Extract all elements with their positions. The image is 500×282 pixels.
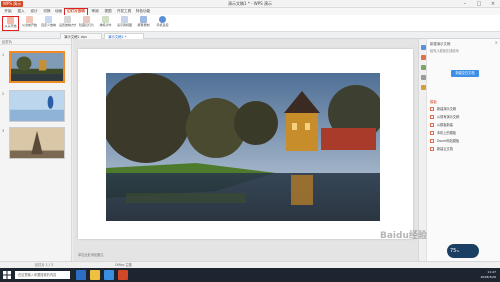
notes-placeholder[interactable]: 单击此处添加备注 xyxy=(78,252,104,257)
custom-show-icon xyxy=(45,16,52,23)
task-pane: 新建演示文稿 × 稻壳儿模板在线使用 新建空白文档 模板 新建演示文稿 从现有演… xyxy=(418,39,500,261)
doc-icon xyxy=(430,107,434,111)
os-taskbar: 在这里输入你要搜索的内容 11:47 2018/3/26 xyxy=(0,268,500,282)
doc-icon xyxy=(430,115,434,119)
presenter-icon xyxy=(121,16,128,23)
maximize-icon[interactable]: □ xyxy=(472,0,486,8)
layout-icon[interactable] xyxy=(420,75,426,80)
browser-icon[interactable] xyxy=(104,270,114,280)
slide-thumbnail-2[interactable] xyxy=(9,90,65,122)
property-icon[interactable] xyxy=(420,55,426,60)
task-item[interactable]: 从现有演示文稿 xyxy=(430,114,498,120)
performance-badge[interactable]: 75% xyxy=(447,244,479,258)
tab-view[interactable]: 视图 xyxy=(102,8,114,15)
tool-label: 自定义放映 xyxy=(40,23,56,27)
screen-record-button[interactable]: 屏幕录制 xyxy=(135,16,152,31)
tab-insert[interactable]: 插入 xyxy=(15,8,27,15)
close-pane-icon[interactable]: × xyxy=(495,40,498,45)
tab-developer[interactable]: 开发工具 xyxy=(115,8,133,15)
animation-icon[interactable] xyxy=(420,65,426,70)
ribbon-toolbar: 从头开始 从当前开始 自定义放映 设置放映方式 隐藏幻灯片 排练计时 演示者视图… xyxy=(0,15,500,32)
tab-review[interactable]: 审阅 xyxy=(89,8,101,15)
slide-editor-canvas: 单击此处添加备注 xyxy=(73,39,418,261)
close-icon[interactable]: × xyxy=(486,0,500,8)
tab-animation[interactable]: 动画 xyxy=(53,8,64,15)
play-current-icon xyxy=(26,16,33,23)
landscape-thumbnail-image xyxy=(11,53,63,81)
taskview-icon[interactable] xyxy=(76,270,86,280)
presenter-view-button[interactable]: 演示者视图 xyxy=(116,16,133,31)
task-item[interactable]: 新建演示文稿 xyxy=(430,106,498,112)
doc-icon xyxy=(430,147,434,151)
doc-icon xyxy=(430,123,434,127)
hide-slide-button[interactable]: 隐藏幻灯片 xyxy=(78,16,95,31)
tool-label: 演示者视图 xyxy=(116,23,132,27)
slide-number: 2 xyxy=(2,92,5,96)
wps-presentation-icon[interactable] xyxy=(118,270,128,280)
new-icon[interactable] xyxy=(420,45,426,50)
minimize-icon[interactable]: – xyxy=(458,0,472,8)
tab-features[interactable]: 特色功能 xyxy=(134,8,152,15)
setup-show-button[interactable]: 设置放映方式 xyxy=(59,16,76,31)
explorer-icon[interactable] xyxy=(90,270,100,280)
eiffel-thumbnail-image xyxy=(10,128,64,158)
remote-icon xyxy=(159,16,166,23)
timer-icon xyxy=(102,16,109,23)
rehearse-button[interactable]: 排练计时 xyxy=(97,16,114,31)
slide-number: 3 xyxy=(2,129,5,133)
tool-label: 从头开始 xyxy=(4,24,17,28)
watermark-logo: Baidu经验 xyxy=(380,231,427,241)
taskbar-search-input[interactable]: 在这里输入你要搜索的内容 xyxy=(15,271,70,279)
slide-number: 1 xyxy=(2,53,5,57)
from-beginning-button[interactable]: 从头开始 xyxy=(2,16,19,31)
dancer-thumbnail-image xyxy=(10,91,64,121)
tab-home[interactable]: 开始 xyxy=(2,8,14,15)
menu-bar: 开始 插入 设计 切换 动画 幻灯片放映 审阅 视图 开发工具 特色功能 xyxy=(0,8,500,15)
tool-label: 从当前开始 xyxy=(21,23,37,27)
title-bar: WPS 演示 演示文稿1 * - WPS 演示 – □ × xyxy=(0,0,500,8)
tab-transitions[interactable]: 切换 xyxy=(41,8,53,15)
status-bar: 幻灯片 1 / 3 Office 主题 xyxy=(0,261,500,268)
slide-page[interactable] xyxy=(78,49,413,239)
section-heading: 模板 xyxy=(430,100,437,104)
pane-header: 幻灯片 xyxy=(0,39,71,45)
task-pane-title: 新建演示文稿 xyxy=(430,42,451,46)
new-blank-button[interactable]: 新建空白文档 xyxy=(451,70,479,77)
task-item[interactable]: Docer网站模板 xyxy=(430,138,498,144)
doc-icon xyxy=(430,139,434,143)
task-item[interactable]: 本机上的模板 xyxy=(430,130,498,136)
play-icon xyxy=(7,17,14,24)
hide-slide-icon xyxy=(83,16,90,23)
custom-show-button[interactable]: 自定义放映 xyxy=(40,16,57,31)
tab-design[interactable]: 设计 xyxy=(28,8,40,15)
setup-icon xyxy=(64,16,71,23)
document-tabs: 演示文稿1.dps 演示文稿1 * xyxy=(0,32,500,39)
tool-label: 屏幕录制 xyxy=(137,23,150,27)
tab-slideshow[interactable]: 幻灯片放映 xyxy=(64,8,88,15)
from-current-button[interactable]: 从当前开始 xyxy=(21,16,38,31)
record-icon xyxy=(140,16,147,23)
tool-label: 手机遥控 xyxy=(156,23,169,27)
app-badge[interactable]: WPS 演示 xyxy=(1,1,23,7)
task-pane-desc[interactable]: 稻壳儿模板在线使用 xyxy=(430,48,459,53)
phone-remote-button[interactable]: 手机遥控 xyxy=(154,16,171,31)
backup-icon[interactable] xyxy=(420,85,426,90)
landscape-photo[interactable] xyxy=(106,73,380,221)
tool-label: 排练计时 xyxy=(99,23,112,27)
windows-start-icon[interactable] xyxy=(3,271,11,279)
slide-thumbnail-3[interactable] xyxy=(9,127,65,159)
task-item[interactable]: 新建云文档 xyxy=(430,146,498,152)
task-item[interactable]: 从模板新建 xyxy=(430,122,498,128)
doc-icon xyxy=(430,131,434,135)
clock[interactable]: 11:47 2018/3/26 xyxy=(481,270,496,279)
slide-thumbnail-1[interactable] xyxy=(9,51,65,83)
slide-thumbnails-pane: 幻灯片 1 2 3 xyxy=(0,39,72,261)
tool-label: 设置放映方式 xyxy=(59,23,76,27)
window-title: 演示文稿1 * - WPS 演示 xyxy=(228,1,272,6)
tool-label: 隐藏幻灯片 xyxy=(78,23,94,27)
